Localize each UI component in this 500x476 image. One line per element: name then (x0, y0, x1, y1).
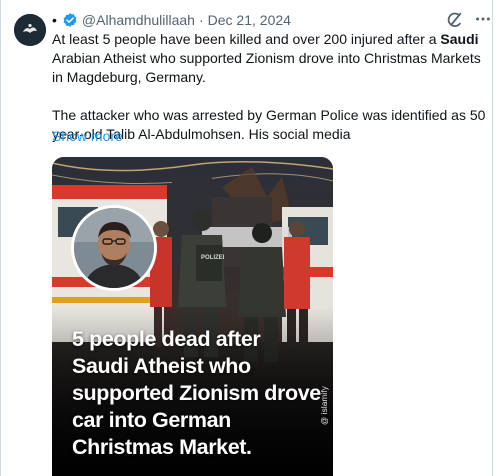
tweet-header: • @Alhamdhulillaah · Dec 21, 2024 (52, 11, 442, 29)
tweet-date[interactable]: Dec 21, 2024 (208, 12, 291, 28)
avatar-logo-icon (14, 14, 46, 46)
verified-badge-icon[interactable] (62, 12, 78, 28)
suspect-photo-inset (71, 205, 157, 291)
lead-dot: • (52, 12, 57, 28)
media-headline: 5 people dead after Saudi Atheist who su… (72, 327, 321, 459)
portrait-image (74, 208, 154, 288)
tweet-text-part-1: At least 5 people have been killed and o… (52, 31, 441, 47)
author-handle[interactable]: @Alhamdhulillaah (82, 12, 195, 28)
tweet-text-bold: Saudi (440, 31, 479, 47)
police-vest-label: POLIZEI (201, 255, 225, 261)
grok-icon[interactable] (446, 11, 464, 29)
timeline-border-right (492, 0, 493, 476)
timeline-border-left (0, 0, 1, 476)
tweet-text: At least 5 people have been killed and o… (52, 30, 488, 144)
tweet-text-part-2: Arabian Atheist who supported Zionism dr… (52, 50, 481, 85)
header-separator: · (198, 12, 204, 28)
more-options-icon[interactable] (474, 10, 492, 28)
show-more-link[interactable]: Show more (52, 128, 123, 144)
tweet-media-image[interactable]: POLIZEI 5 people dead after Saudi Atheis… (52, 157, 333, 476)
author-avatar[interactable] (14, 14, 46, 46)
tweet-paragraph-1: At least 5 people have been killed and o… (52, 30, 488, 87)
media-watermark: @ islamify (320, 385, 329, 425)
